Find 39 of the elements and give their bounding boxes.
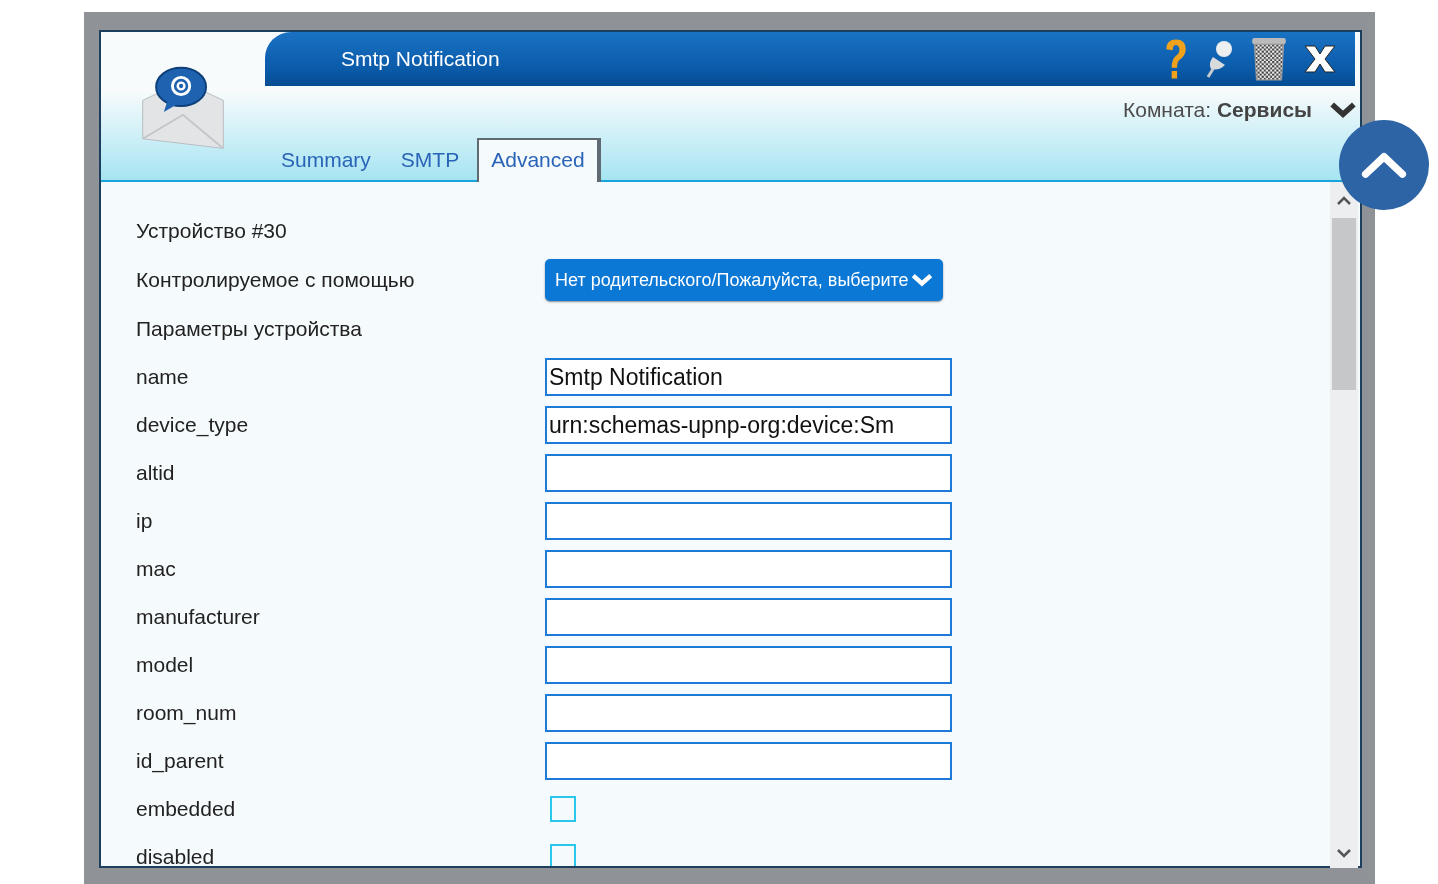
trash-icon[interactable] (1251, 36, 1287, 82)
field-label: manufacturer (136, 605, 261, 629)
room-label: Комната: Сервисы (1123, 98, 1312, 122)
checkbox[interactable] (550, 796, 576, 822)
field-label: Контролируемое с помощью (136, 268, 416, 292)
input-field[interactable] (545, 502, 952, 540)
close-icon[interactable] (1303, 44, 1337, 74)
pushpin-icon[interactable] (1205, 39, 1235, 79)
chevron-up-icon (1361, 151, 1407, 179)
input-field[interactable]: urn:schemas-upnp-org:device:Sm (545, 406, 952, 444)
field-label: ip (136, 509, 154, 533)
field-label: id_parent (136, 749, 225, 773)
input-field[interactable] (545, 742, 952, 780)
field-label: room_num (136, 701, 238, 725)
field-label: embedded (136, 797, 237, 821)
parent-dropdown[interactable]: Нет родительского/Пожалуйста, выберите (545, 259, 943, 301)
window-title: Smtp Notification (341, 47, 501, 71)
scrollbar[interactable] (1330, 182, 1358, 868)
tab[interactable]: Summary (269, 140, 383, 182)
input-field[interactable] (545, 454, 952, 492)
field-label: device_type (136, 413, 250, 437)
input-field[interactable] (545, 694, 952, 732)
field-label: model (136, 653, 195, 677)
help-icon[interactable] (1163, 37, 1189, 81)
input-field[interactable] (545, 550, 952, 588)
chevron-down-icon (910, 273, 933, 287)
input-field[interactable] (545, 598, 952, 636)
field-label: altid (136, 461, 176, 485)
field-label: disabled (136, 845, 216, 866)
tab[interactable]: SMTP (388, 140, 472, 182)
input-field[interactable]: Smtp Notification (545, 358, 952, 396)
chevron-down-icon[interactable] (1330, 101, 1356, 119)
input-field[interactable] (545, 646, 952, 684)
field-label: mac (136, 557, 177, 581)
tab[interactable]: Advanced (477, 138, 601, 182)
field-label: name (136, 365, 190, 389)
section-heading: Параметры устройства (136, 317, 363, 341)
device-heading: Устройство #30 (136, 219, 288, 243)
checkbox[interactable] (550, 844, 576, 866)
